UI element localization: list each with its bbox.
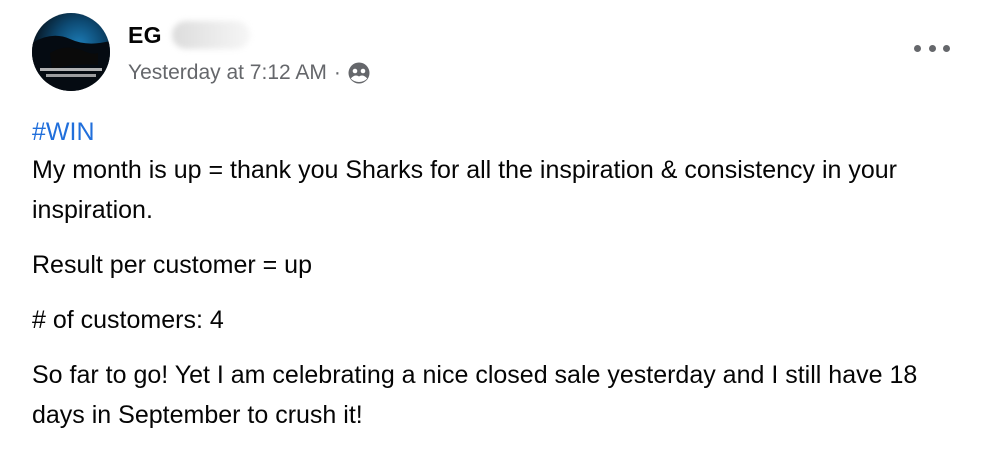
post-paragraph: My month is up = thank you Sharks for al… [32, 156, 898, 224]
author-name[interactable]: EG [128, 22, 162, 49]
post-paragraph: So far to go! Yet I am celebrating a nic… [32, 361, 918, 429]
friends-audience-icon[interactable] [347, 61, 371, 85]
post-paragraph: Result per customer = up [32, 251, 312, 279]
post-body: #WIN My month is up = thank you Sharks f… [32, 114, 962, 435]
post-paragraph: # of customers: 4 [32, 306, 224, 334]
post-card: EG Yesterday at 7:12 AM · #WIN My month … [0, 0, 994, 454]
hashtag-link[interactable]: #WIN [32, 114, 962, 150]
more-dot [928, 44, 936, 52]
avatar-image [32, 35, 110, 91]
avatar[interactable] [32, 13, 110, 91]
more-dot [914, 44, 921, 52]
more-options-icon[interactable] [914, 35, 950, 61]
post-timestamp[interactable]: Yesterday at 7:12 AM [128, 61, 327, 85]
post-meta: Yesterday at 7:12 AM · [128, 58, 371, 88]
author-row: EG [128, 19, 250, 51]
redacted-name-blur [171, 21, 250, 49]
more-dot [943, 44, 950, 52]
meta-separator: · [333, 61, 341, 84]
